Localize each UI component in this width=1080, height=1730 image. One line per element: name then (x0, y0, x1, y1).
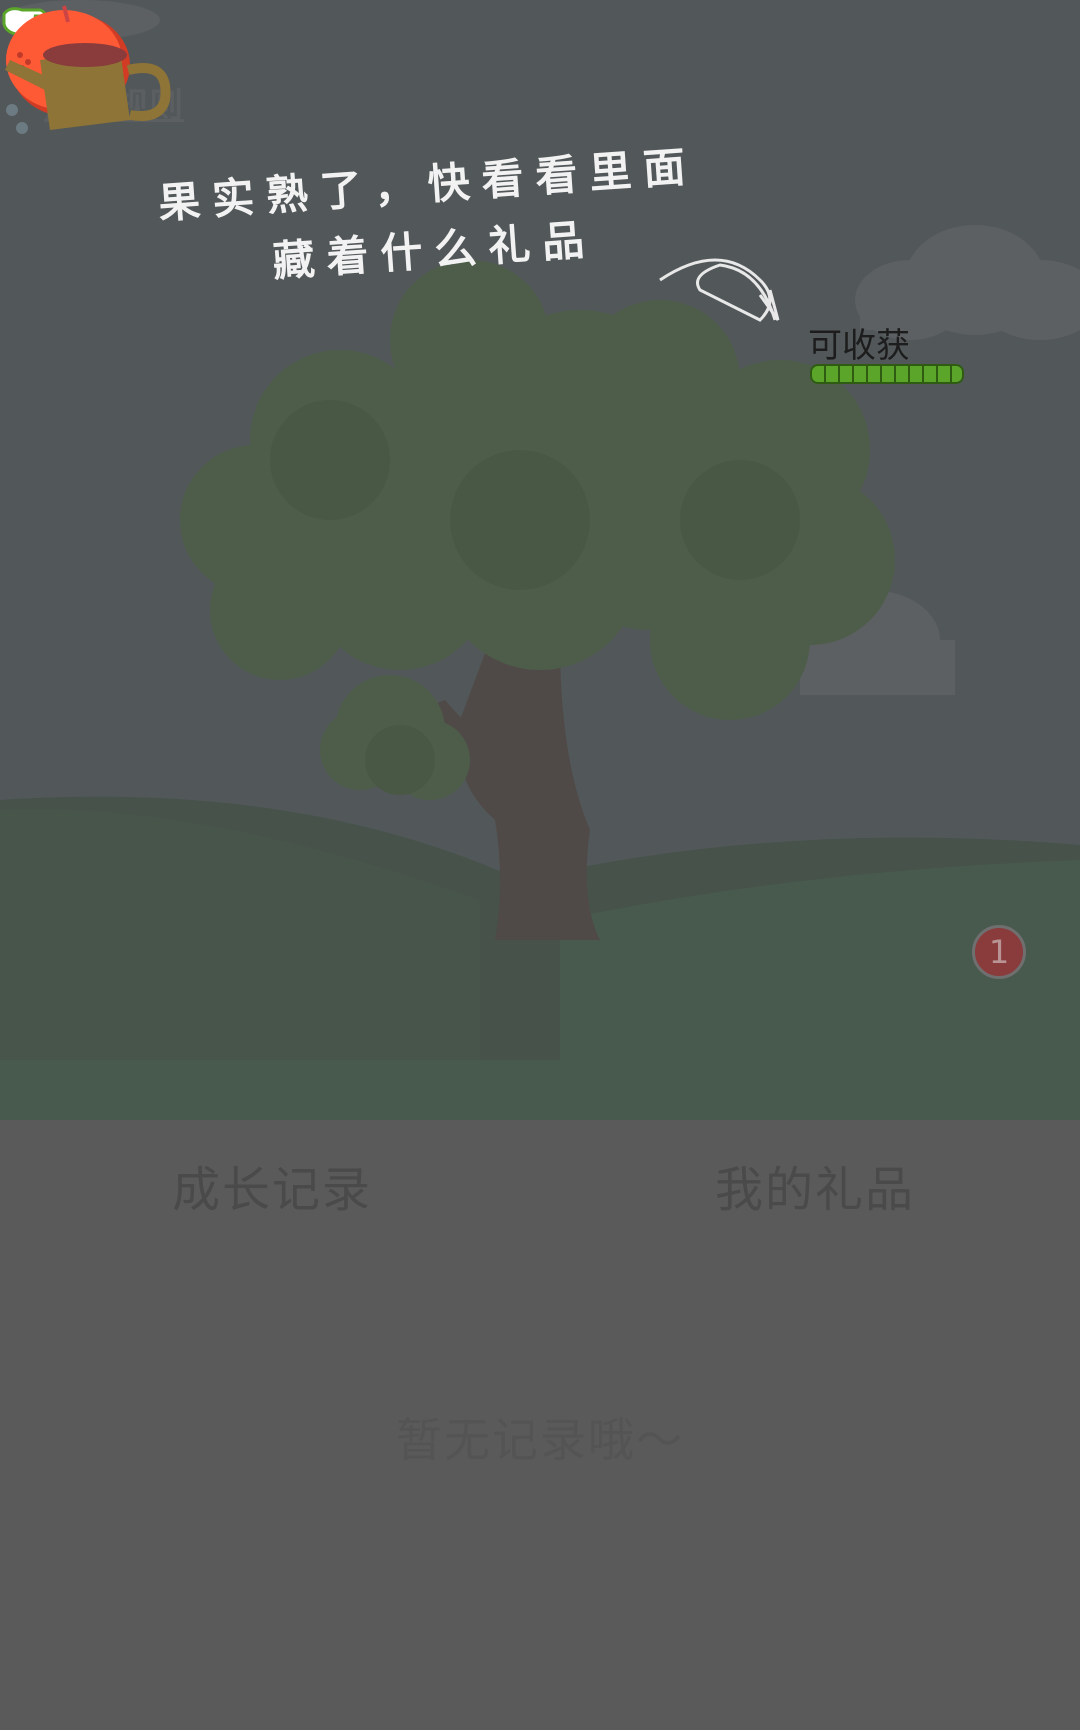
harvest-progress-fill (812, 366, 962, 382)
empty-state-text: 暂无记录哦～ (396, 1413, 684, 1467)
tab-my-gifts[interactable]: 我的礼品 (715, 1150, 915, 1220)
harvest-status-label: 可收获 (808, 326, 910, 366)
harvest-progress-bar (810, 364, 964, 384)
tab-growth-records[interactable]: 成长记录 (172, 1150, 372, 1220)
watering-can-count-badge: 1 (972, 925, 1026, 979)
garden-scene: 活动规则 果实熟了，快看看里面 藏着什么礼品 可收获 1 (0, 0, 1080, 1120)
record-tabs: 成长记录 我的礼品 (0, 1120, 1080, 1240)
watering-can-icon[interactable] (0, 0, 200, 160)
